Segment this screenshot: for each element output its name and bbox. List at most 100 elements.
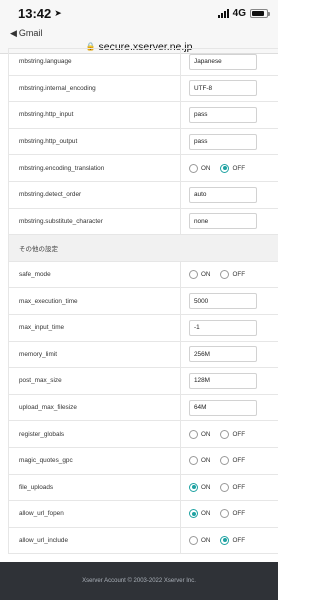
radio-button-icon[interactable] bbox=[189, 456, 198, 466]
radio-button-icon[interactable] bbox=[220, 509, 230, 519]
setting-value-cell: pass bbox=[181, 129, 278, 155]
mbstring-http-input-input[interactable]: pass bbox=[189, 106, 257, 123]
setting-row-post-max-size: post_max_size 128M bbox=[8, 368, 278, 395]
back-arrow-icon: ◀ bbox=[10, 27, 17, 38]
setting-row-allow-url-include: allow_url_include ON OFF bbox=[8, 527, 278, 555]
setting-value-cell: ON OFF bbox=[181, 528, 278, 554]
safe-mode-on-option[interactable]: ON bbox=[189, 270, 210, 280]
setting-label: file_uploads bbox=[9, 474, 181, 501]
network-type: 4G bbox=[232, 7, 246, 19]
radio-button-icon[interactable] bbox=[220, 270, 230, 280]
memory-limit-input[interactable]: 256M bbox=[189, 346, 257, 363]
setting-label: mbstring.language bbox=[9, 49, 181, 75]
setting-value-cell: UTF-8 bbox=[181, 76, 278, 102]
setting-value-cell: 256M bbox=[181, 342, 278, 368]
signal-icon bbox=[217, 8, 229, 18]
mbstring-encoding-translation-off-option[interactable]: OFF bbox=[220, 163, 245, 173]
allow-url-fopen-off-option[interactable]: OFF bbox=[220, 509, 246, 519]
battery-icon bbox=[250, 8, 270, 18]
status-time: 13:42 bbox=[18, 5, 52, 21]
setting-row-mbstring-http-input: mbstring.http_input pass bbox=[8, 102, 278, 129]
setting-label: magic_quotes_gpc bbox=[9, 447, 181, 474]
setting-label: allow_url_fopen bbox=[9, 501, 181, 527]
setting-row-max-execution-time: max_execution_time 5000 bbox=[8, 288, 278, 315]
setting-label: memory_limit bbox=[9, 341, 181, 368]
setting-label: mbstring.detect_order bbox=[9, 181, 181, 208]
mbstring-http-output-input[interactable]: pass bbox=[189, 133, 257, 150]
setting-row-max-input-time: max_input_time -1 bbox=[8, 314, 278, 342]
setting-row-allow-url-fopen: allow_url_fopen ON OFF bbox=[8, 501, 278, 528]
setting-row-mbstring-encoding-translation: mbstring.encoding_translation ON OFF bbox=[8, 155, 278, 182]
mbstring-detect-order-input[interactable]: auto bbox=[189, 186, 257, 203]
setting-label: mbstring.internal_encoding bbox=[9, 75, 181, 102]
register-globals-off-option[interactable]: OFF bbox=[220, 429, 246, 439]
radio-option-label: OFF bbox=[232, 483, 246, 491]
status-indicators: 4G bbox=[217, 7, 270, 19]
allow-url-include-on-option[interactable]: ON bbox=[189, 535, 211, 545]
safe-mode-off-option[interactable]: OFF bbox=[220, 270, 246, 280]
post-max-size-input[interactable]: 128M bbox=[189, 372, 257, 389]
setting-label: allow_url_include bbox=[9, 527, 181, 554]
setting-label: mbstring.substitute_character bbox=[9, 208, 181, 235]
mbstring-substitute-character-input[interactable]: none bbox=[189, 213, 257, 230]
mbstring-language-input[interactable]: Japanese bbox=[189, 53, 257, 70]
setting-value-cell: 64M bbox=[181, 395, 278, 421]
upload-max-filesize-input[interactable]: 64M bbox=[189, 399, 257, 416]
max-input-time-input[interactable]: -1 bbox=[189, 319, 257, 336]
max-execution-time-input[interactable]: 5000 bbox=[189, 293, 257, 310]
radio-button-icon[interactable] bbox=[189, 429, 198, 439]
radio-option-label: ON bbox=[201, 164, 211, 172]
radio-button-icon[interactable] bbox=[220, 456, 230, 466]
allow-url-fopen-radio-group: ON OFF bbox=[189, 509, 246, 519]
setting-row-mbstring-http-output: mbstring.http_output pass bbox=[8, 128, 278, 156]
setting-value-cell: ON OFF bbox=[181, 155, 278, 181]
radio-button-icon[interactable] bbox=[220, 482, 230, 492]
radio-option-label: ON bbox=[201, 536, 211, 544]
file-uploads-on-option[interactable]: ON bbox=[189, 482, 210, 492]
setting-row-mbstring-detect-order: mbstring.detect_order auto bbox=[8, 181, 278, 209]
allow-url-include-radio-group: ON OFF bbox=[189, 535, 245, 545]
setting-label: safe_mode bbox=[9, 261, 181, 288]
setting-value-cell: 128M bbox=[181, 368, 278, 394]
setting-row-mbstring-substitute-character: mbstring.substitute_character none bbox=[8, 208, 278, 236]
setting-row-safe-mode: safe_mode ON OFF bbox=[8, 261, 278, 289]
radio-option-label: OFF bbox=[232, 430, 246, 438]
setting-value-cell: ON OFF bbox=[181, 475, 278, 501]
setting-value-cell: ON OFF bbox=[181, 262, 278, 288]
mbstring-internal-encoding-input[interactable]: UTF-8 bbox=[189, 80, 257, 97]
radio-button-icon[interactable] bbox=[220, 163, 230, 173]
magic-quotes-gpc-off-option[interactable]: OFF bbox=[220, 456, 245, 466]
setting-label: mbstring.encoding_translation bbox=[9, 155, 181, 181]
radio-button-icon[interactable] bbox=[189, 163, 198, 173]
radio-button-icon[interactable] bbox=[189, 482, 198, 492]
setting-row-mbstring-language: mbstring.language Japanese bbox=[8, 49, 278, 76]
setting-label: post_max_size bbox=[9, 368, 181, 394]
radio-option-label: ON bbox=[201, 510, 211, 518]
copyright-text: Xserver Account © 2003-2022 Xserver Inc. bbox=[82, 578, 196, 584]
allow-url-include-off-option[interactable]: OFF bbox=[220, 535, 245, 545]
radio-button-icon[interactable] bbox=[220, 535, 230, 545]
status-bar: 13:42 ➤ 4G bbox=[0, 0, 278, 26]
radio-button-icon[interactable] bbox=[189, 535, 198, 545]
setting-label: register_globals bbox=[9, 421, 181, 447]
setting-row-file-uploads: file_uploads ON OFF bbox=[8, 474, 278, 502]
register-globals-on-option[interactable]: ON bbox=[189, 429, 210, 439]
back-to-app-link[interactable]: ◀ Gmail bbox=[0, 26, 278, 40]
setting-row-memory-limit: memory_limit 256M bbox=[8, 341, 278, 369]
allow-url-fopen-on-option[interactable]: ON bbox=[189, 509, 211, 519]
magic-quotes-gpc-radio-group: ON OFF bbox=[189, 456, 245, 466]
register-globals-radio-group: ON OFF bbox=[189, 429, 246, 439]
radio-option-label: OFF bbox=[232, 271, 246, 279]
radio-option-label: OFF bbox=[232, 510, 246, 518]
magic-quotes-gpc-on-option[interactable]: ON bbox=[189, 456, 210, 466]
setting-value-cell: none bbox=[181, 209, 278, 235]
setting-value-cell: pass bbox=[181, 102, 278, 128]
radio-button-icon[interactable] bbox=[220, 429, 230, 439]
file-uploads-off-option[interactable]: OFF bbox=[220, 482, 246, 492]
footer: Xserver Account © 2003-2022 Xserver Inc. bbox=[0, 562, 278, 600]
mbstring-encoding-translation-on-option[interactable]: ON bbox=[189, 163, 211, 173]
radio-button-icon[interactable] bbox=[189, 270, 198, 280]
setting-value-cell: auto bbox=[181, 182, 278, 208]
radio-button-icon[interactable] bbox=[189, 509, 198, 519]
safe-mode-radio-group: ON OFF bbox=[189, 270, 246, 280]
